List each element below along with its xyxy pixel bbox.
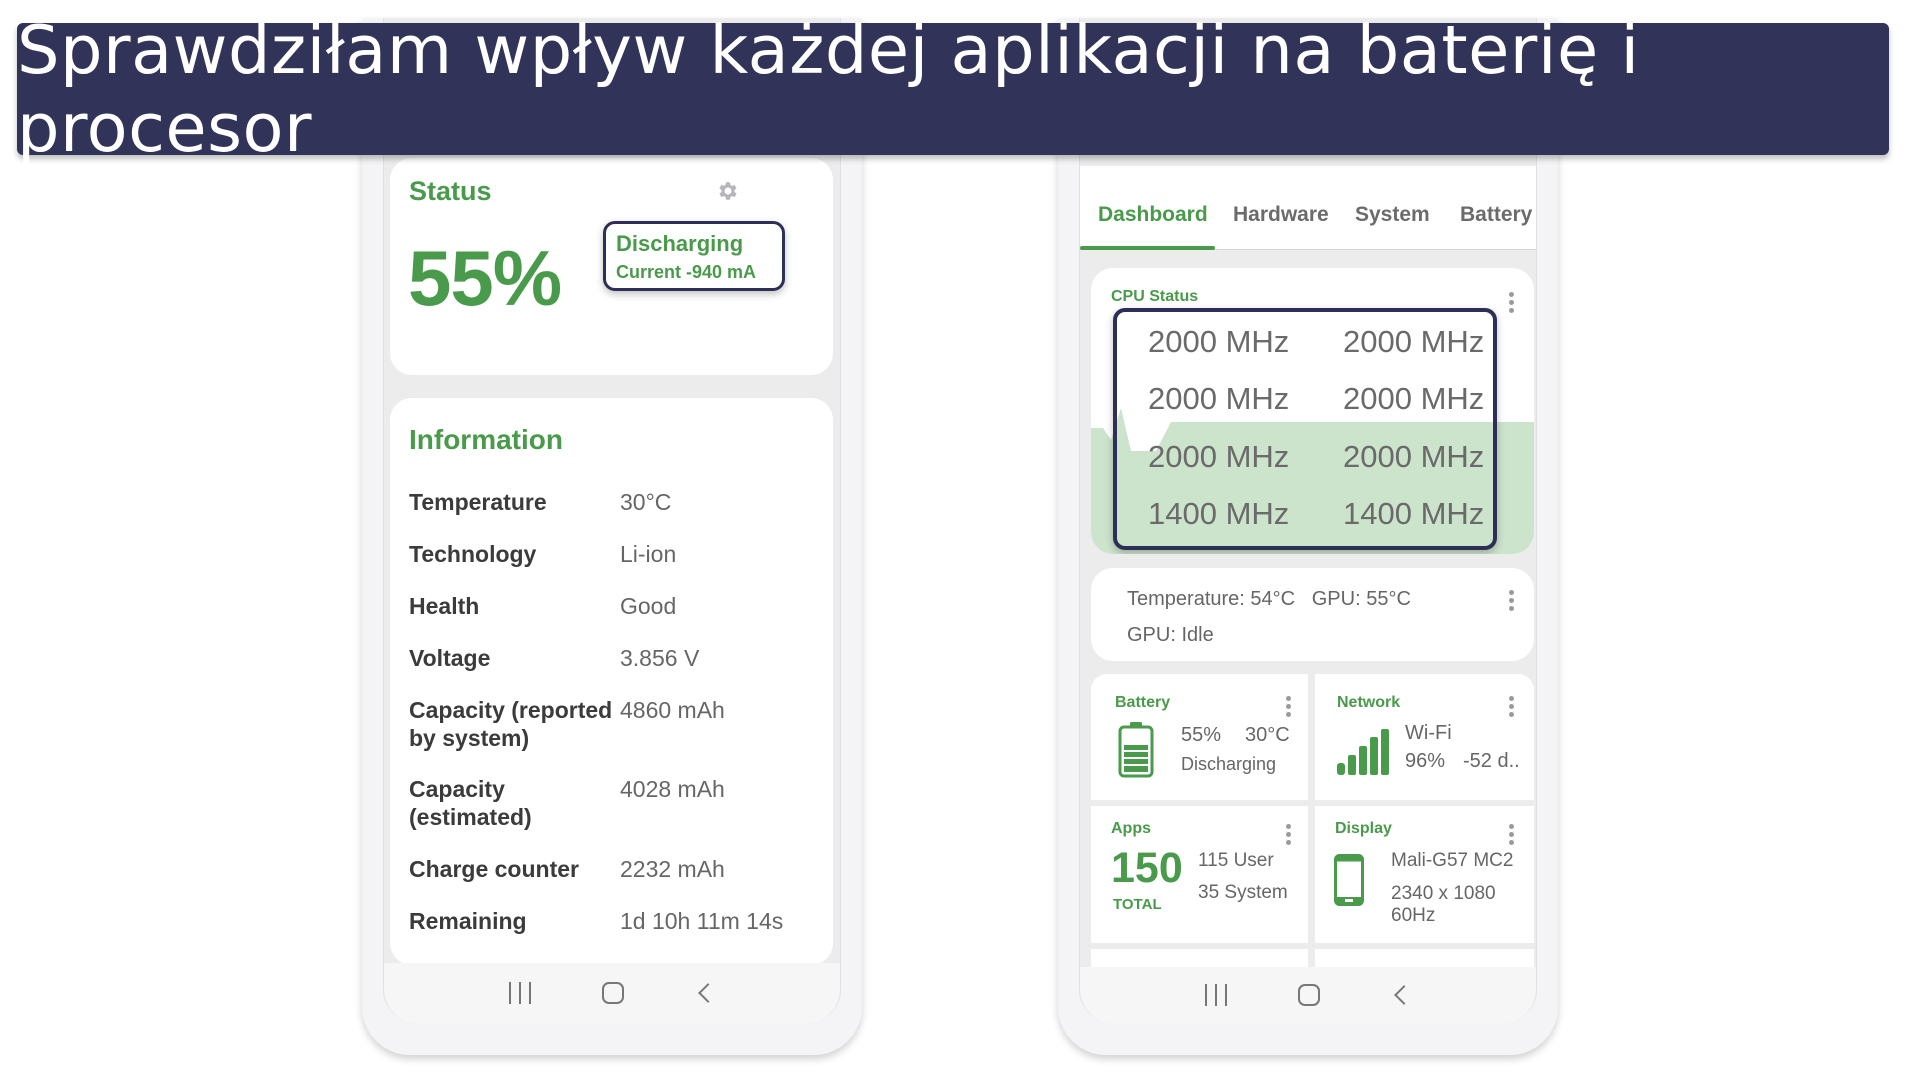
info-value-voltage: 3.856 V (620, 645, 700, 671)
network-type: Wi-Fi (1405, 722, 1452, 744)
display-resolution: 2340 x 1080 (1391, 883, 1496, 904)
recent-apps-icon[interactable] (509, 982, 532, 1004)
home-icon[interactable] (1297, 984, 1320, 1006)
right-phone-frame: Dashboard Hardware System Battery CPU St… (1058, 18, 1558, 1055)
battery-card-title: Battery (1115, 694, 1171, 711)
cpu-card-menu-icon[interactable] (1509, 292, 1515, 313)
battery-card[interactable]: Battery 55% 30°C Discharging (1091, 674, 1308, 800)
active-tab-indicator (1080, 246, 1215, 250)
cpu-status-title: CPU Status (1111, 288, 1199, 305)
navigation-bar (1080, 967, 1536, 1023)
cpu-core-0: 2000 MHz (1148, 324, 1290, 359)
battery-card-percent: 55% (1181, 724, 1222, 746)
tab-hardware[interactable]: Hardware (1233, 203, 1329, 227)
info-value-technology: Li-ion (620, 541, 677, 567)
battery-card-menu-icon[interactable] (1286, 696, 1292, 717)
info-label-charge-counter: Charge counter (409, 856, 579, 882)
display-card-menu-icon[interactable] (1509, 824, 1515, 845)
apps-system-count: 35 System (1198, 882, 1288, 903)
left-phone-screen: Status 55% Discharging Current -940 mA I… (383, 18, 841, 1023)
info-label-technology: Technology (409, 541, 537, 567)
signal-strength-icon (1337, 729, 1389, 775)
info-label-temperature: Temperature (409, 489, 547, 515)
info-label-voltage: Voltage (409, 645, 491, 671)
back-icon[interactable] (697, 983, 718, 1003)
gpu-status: GPU: Idle (1127, 624, 1214, 646)
battery-icon (1118, 722, 1154, 778)
information-card: Information Temperature 30°C Technology … (390, 398, 833, 965)
apps-total-label: TOTAL (1113, 896, 1162, 913)
thermal-card-menu-icon[interactable] (1509, 590, 1515, 611)
recent-apps-icon[interactable] (1205, 984, 1228, 1006)
thermal-card: Temperature: 54°C GPU: 55°C GPU: Idle (1091, 568, 1534, 661)
charge-state: Discharging (616, 231, 744, 256)
left-phone-frame: Status 55% Discharging Current -940 mA I… (362, 18, 862, 1055)
display-card-title: Display (1335, 820, 1392, 837)
info-value-capacity-reported: 4860 mAh (620, 697, 725, 723)
tab-battery[interactable]: Battery (1460, 203, 1532, 227)
cpu-core-1: 2000 MHz (1343, 324, 1485, 359)
tab-dashboard[interactable]: Dashboard (1098, 203, 1208, 227)
display-card[interactable]: Display Mali-G57 MC2 2340 x 1080 60Hz (1315, 806, 1534, 943)
gear-icon[interactable] (716, 179, 740, 203)
cpu-core-2: 2000 MHz (1148, 381, 1290, 416)
apps-card-title: Apps (1111, 820, 1151, 837)
phone-display-icon (1334, 854, 1364, 906)
network-dbm: -52 d.. (1463, 750, 1520, 772)
battery-percent: 55% (408, 234, 562, 322)
cpu-core-3: 2000 MHz (1343, 381, 1485, 416)
network-card-title: Network (1337, 694, 1401, 711)
info-label-remaining: Remaining (409, 908, 527, 934)
battery-card-state: Discharging (1181, 754, 1277, 774)
network-card[interactable]: Network Wi-Fi 96% -52 d.. (1315, 674, 1534, 800)
apps-user-count: 115 User (1198, 850, 1274, 871)
apps-total-count: 150 (1111, 844, 1183, 892)
status-card: Status 55% Discharging Current -940 mA (390, 158, 833, 375)
display-refresh-rate: 60Hz (1391, 905, 1436, 926)
info-label-health: Health (409, 593, 480, 619)
cpu-core-6: 1400 MHz (1148, 496, 1290, 531)
info-label-capacity-estimated: Capacity (estimated) (409, 776, 532, 830)
info-value-capacity-estimated: 4028 mAh (620, 776, 725, 802)
cpu-core-7: 1400 MHz (1343, 496, 1485, 531)
right-phone-screen: Dashboard Hardware System Battery CPU St… (1079, 18, 1537, 1023)
network-signal-percent: 96% (1405, 750, 1446, 772)
apps-card-menu-icon[interactable] (1286, 824, 1292, 845)
banner-title: Sprawdziłam wpływ każdej aplikacji na ba… (17, 11, 1889, 167)
info-value-charge-counter: 2232 mAh (620, 856, 725, 882)
display-gpu: Mali-G57 MC2 (1391, 850, 1514, 871)
thermal-temperatures: Temperature: 54°C GPU: 55°C (1127, 588, 1411, 610)
battery-card-temp: 30°C (1245, 724, 1290, 746)
home-icon[interactable] (601, 982, 624, 1004)
tab-system[interactable]: System (1355, 203, 1430, 227)
back-icon[interactable] (1393, 985, 1414, 1005)
info-value-health: Good (620, 593, 677, 619)
cpu-core-4: 2000 MHz (1148, 439, 1290, 474)
charge-current: Current -940 mA (616, 262, 757, 282)
information-title: Information (409, 424, 563, 455)
status-title: Status (409, 176, 492, 206)
info-value-temperature: 30°C (620, 489, 672, 515)
apps-card[interactable]: Apps 150 TOTAL 115 User 35 System (1091, 806, 1308, 943)
cpu-status-card: CPU Status 2000 MHz 2000 MHz 2000 MHz 20… (1091, 268, 1534, 554)
navigation-bar (384, 963, 840, 1023)
tab-bar: Dashboard Hardware System Battery (1080, 166, 1536, 250)
cpu-core-5: 2000 MHz (1343, 439, 1485, 474)
network-card-menu-icon[interactable] (1509, 696, 1515, 717)
info-value-remaining: 1d 10h 11m 14s (620, 908, 784, 934)
info-label-capacity-reported: Capacity (reported by system) (409, 697, 613, 751)
